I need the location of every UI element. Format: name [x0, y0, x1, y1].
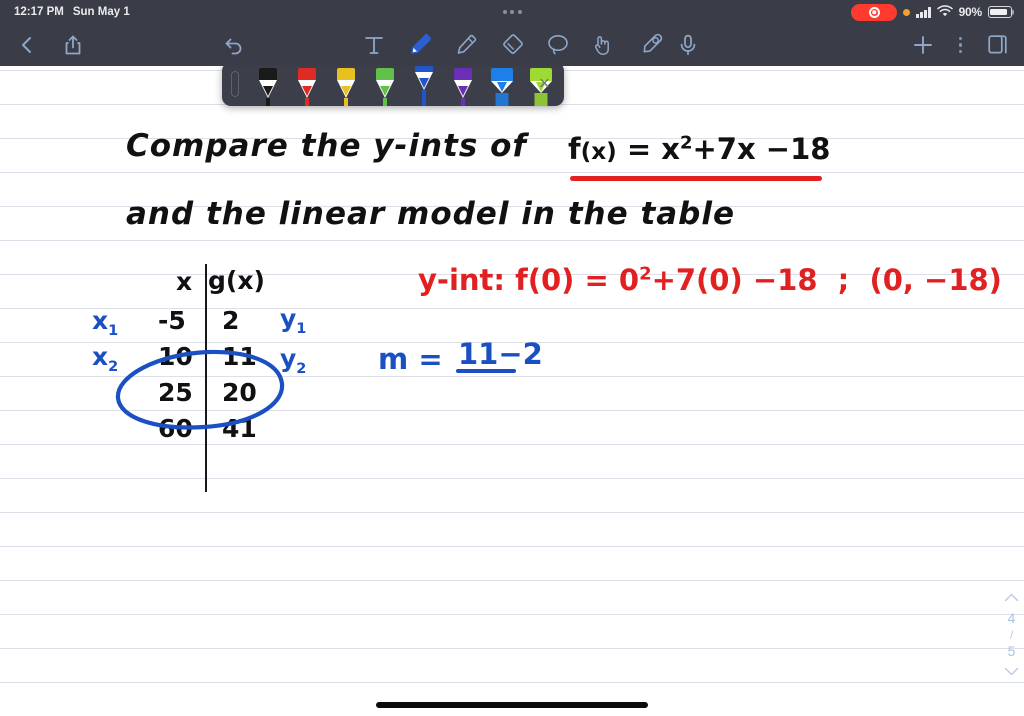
- scroll-hand-icon[interactable]: [589, 30, 619, 60]
- status-bar-left: 12:17 PM Sun May 1: [0, 6, 130, 18]
- pen-red-cap: [297, 68, 316, 80]
- battery-icon: [988, 6, 1012, 18]
- page-up-icon[interactable]: [1004, 586, 1019, 610]
- page-separator: /: [1009, 627, 1014, 642]
- pen-green-ink: [379, 86, 390, 96]
- shape-tool-icon[interactable]: [635, 30, 665, 60]
- annotation-y1: y1: [280, 304, 307, 337]
- fraction-bar: [456, 369, 516, 373]
- pen-purple-ink: [457, 86, 468, 96]
- pen-purple-cap: [453, 68, 472, 80]
- close-icon[interactable]: ×: [539, 75, 550, 94]
- pen-blue-body: [421, 90, 426, 106]
- note-slope-numerator: 11−2: [458, 337, 543, 371]
- screen-recording-icon[interactable]: [851, 3, 898, 21]
- table-header-y: g(x): [208, 266, 265, 295]
- tray-grip-handle[interactable]: [231, 71, 239, 97]
- text-tool-icon[interactable]: [359, 30, 389, 60]
- page-current: 4: [1007, 610, 1016, 627]
- toolbar-right-group: [911, 33, 1010, 57]
- note-slope-label: m =: [378, 342, 443, 376]
- pen-black[interactable]: [248, 62, 287, 106]
- pen-blue-ink: [418, 78, 429, 88]
- note-line-2: and the linear model in the table: [126, 196, 736, 232]
- pen-black-body: [265, 98, 270, 106]
- status-time: 12:17 PM: [14, 6, 64, 18]
- note-yint-work: y-int: f(0) = 02+7(0) −18 ; (0, −18): [418, 263, 1002, 297]
- annotation-x1: x1: [92, 306, 119, 339]
- pen-green-cap: [375, 68, 394, 80]
- microphone-icon[interactable]: [676, 33, 700, 57]
- more-options-icon[interactable]: [958, 37, 962, 53]
- drawing-tools-group: [0, 30, 1024, 60]
- pen-tool-icon[interactable]: [405, 30, 435, 60]
- status-bar-right: 90%: [851, 3, 1024, 21]
- multitasking-dots-icon[interactable]: [502, 10, 522, 14]
- highlighter-blue-ink: [496, 82, 507, 92]
- microphone-privacy-dot-icon: [903, 8, 911, 16]
- highlighter-blue-body: [495, 93, 508, 106]
- page-navigator[interactable]: 4 / 5: [1004, 586, 1019, 685]
- table-cell-x: -5: [158, 306, 186, 335]
- highlighter-yellow[interactable]: [560, 62, 564, 106]
- highlighter-green-body: [534, 93, 547, 106]
- pen-list: [248, 62, 564, 106]
- ipad-notes-app: 12:17 PM Sun May 1 90% × Compare the y-i…: [0, 0, 1024, 716]
- handwriting-layer: Compare the y-ints of f(x) = x2+7x −18 a…: [0, 66, 1024, 716]
- blue-circle-annotation: [115, 349, 285, 430]
- pen-yellow-body: [343, 98, 348, 106]
- app-toolbar: [0, 24, 1024, 66]
- eraser-icon[interactable]: [497, 30, 527, 60]
- lasso-icon[interactable]: [543, 30, 573, 60]
- status-bar: 12:17 PM Sun May 1 90%: [0, 0, 1024, 24]
- note-line-1: Compare the y-ints of: [126, 128, 527, 164]
- highlighter-tool-icon[interactable]: [451, 30, 481, 60]
- highlighter-blue[interactable]: [482, 62, 521, 106]
- pen-yellow[interactable]: [326, 62, 365, 106]
- pages-icon[interactable]: [986, 33, 1010, 57]
- pen-tray[interactable]: ×: [222, 62, 564, 106]
- pen-purple[interactable]: [443, 62, 482, 106]
- highlighter-blue-cap: [490, 68, 513, 81]
- battery-percent: 90%: [958, 5, 983, 19]
- pen-black-cap: [258, 68, 277, 80]
- add-page-icon[interactable]: [911, 33, 935, 57]
- home-indicator[interactable]: [376, 702, 648, 708]
- page-total: 5: [1007, 642, 1016, 659]
- pen-purple-body: [460, 98, 465, 106]
- pen-red[interactable]: [287, 62, 326, 106]
- pen-red-body: [304, 98, 309, 106]
- page-down-icon[interactable]: [1004, 660, 1019, 684]
- note-equation-fx: f(x) = x2+7x −18: [568, 132, 831, 166]
- pen-green-body: [382, 98, 387, 106]
- note-page[interactable]: Compare the y-ints of f(x) = x2+7x −18 a…: [0, 66, 1024, 716]
- table-cell-y: 2: [222, 306, 240, 335]
- status-date: Sun May 1: [72, 6, 130, 18]
- pen-yellow-cap: [336, 68, 355, 80]
- pen-yellow-ink: [340, 86, 351, 96]
- table-header-x: x: [176, 267, 193, 296]
- cellular-signal-icon: [916, 7, 931, 18]
- pen-black-ink: [262, 86, 273, 96]
- wifi-icon: [936, 4, 953, 20]
- pen-blue[interactable]: [404, 62, 443, 106]
- pen-green[interactable]: [365, 62, 404, 106]
- pen-red-ink: [301, 86, 312, 96]
- red-underline: [570, 176, 822, 181]
